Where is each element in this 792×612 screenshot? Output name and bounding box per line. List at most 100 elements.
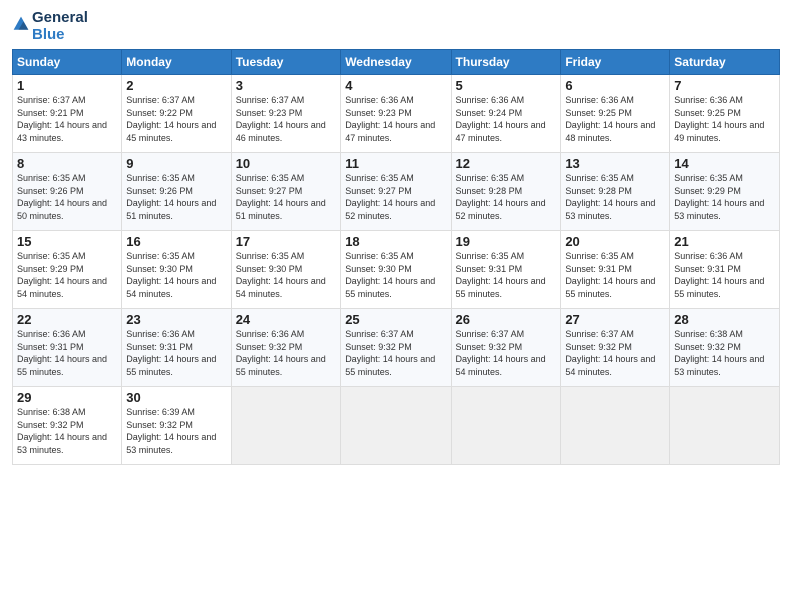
weekday-header: Tuesday: [231, 50, 341, 75]
day-info: Sunrise: 6:35 AMSunset: 9:30 PMDaylight:…: [236, 251, 326, 299]
day-info: Sunrise: 6:37 AMSunset: 9:32 PMDaylight:…: [565, 329, 655, 377]
day-number: 20: [565, 234, 665, 249]
day-number: 14: [674, 156, 775, 171]
weekday-header: Friday: [561, 50, 670, 75]
day-cell: 14 Sunrise: 6:35 AMSunset: 9:29 PMDaylig…: [670, 153, 780, 231]
day-number: 15: [17, 234, 117, 249]
day-info: Sunrise: 6:35 AMSunset: 9:26 PMDaylight:…: [17, 173, 107, 221]
day-info: Sunrise: 6:35 AMSunset: 9:27 PMDaylight:…: [236, 173, 326, 221]
empty-cell: [451, 387, 561, 465]
day-info: Sunrise: 6:36 AMSunset: 9:24 PMDaylight:…: [456, 95, 546, 143]
day-number: 29: [17, 390, 117, 405]
empty-cell: [670, 387, 780, 465]
day-number: 24: [236, 312, 337, 327]
day-number: 12: [456, 156, 557, 171]
day-info: Sunrise: 6:35 AMSunset: 9:28 PMDaylight:…: [565, 173, 655, 221]
day-info: Sunrise: 6:36 AMSunset: 9:31 PMDaylight:…: [17, 329, 107, 377]
calendar-row: 22 Sunrise: 6:36 AMSunset: 9:31 PMDaylig…: [13, 309, 780, 387]
empty-cell: [231, 387, 341, 465]
day-info: Sunrise: 6:37 AMSunset: 9:21 PMDaylight:…: [17, 95, 107, 143]
day-cell: 1 Sunrise: 6:37 AMSunset: 9:21 PMDayligh…: [13, 75, 122, 153]
day-cell: 4 Sunrise: 6:36 AMSunset: 9:23 PMDayligh…: [341, 75, 451, 153]
day-info: Sunrise: 6:36 AMSunset: 9:25 PMDaylight:…: [674, 95, 764, 143]
day-cell: 5 Sunrise: 6:36 AMSunset: 9:24 PMDayligh…: [451, 75, 561, 153]
day-number: 28: [674, 312, 775, 327]
day-cell: 15 Sunrise: 6:35 AMSunset: 9:29 PMDaylig…: [13, 231, 122, 309]
day-cell: 2 Sunrise: 6:37 AMSunset: 9:22 PMDayligh…: [122, 75, 231, 153]
weekday-header: Thursday: [451, 50, 561, 75]
logo-text-line1: General: [32, 10, 88, 27]
day-number: 8: [17, 156, 117, 171]
day-cell: 25 Sunrise: 6:37 AMSunset: 9:32 PMDaylig…: [341, 309, 451, 387]
day-number: 1: [17, 78, 117, 93]
day-cell: 28 Sunrise: 6:38 AMSunset: 9:32 PMDaylig…: [670, 309, 780, 387]
day-info: Sunrise: 6:36 AMSunset: 9:25 PMDaylight:…: [565, 95, 655, 143]
day-cell: 16 Sunrise: 6:35 AMSunset: 9:30 PMDaylig…: [122, 231, 231, 309]
day-info: Sunrise: 6:37 AMSunset: 9:32 PMDaylight:…: [456, 329, 546, 377]
day-info: Sunrise: 6:35 AMSunset: 9:27 PMDaylight:…: [345, 173, 435, 221]
day-cell: 3 Sunrise: 6:37 AMSunset: 9:23 PMDayligh…: [231, 75, 341, 153]
day-number: 26: [456, 312, 557, 327]
empty-cell: [561, 387, 670, 465]
day-cell: 18 Sunrise: 6:35 AMSunset: 9:30 PMDaylig…: [341, 231, 451, 309]
logo-icon: [12, 15, 30, 33]
day-cell: 12 Sunrise: 6:35 AMSunset: 9:28 PMDaylig…: [451, 153, 561, 231]
day-number: 4: [345, 78, 446, 93]
day-cell: 30 Sunrise: 6:39 AMSunset: 9:32 PMDaylig…: [122, 387, 231, 465]
day-cell: 7 Sunrise: 6:36 AMSunset: 9:25 PMDayligh…: [670, 75, 780, 153]
empty-cell: [341, 387, 451, 465]
day-cell: 21 Sunrise: 6:36 AMSunset: 9:31 PMDaylig…: [670, 231, 780, 309]
day-info: Sunrise: 6:37 AMSunset: 9:23 PMDaylight:…: [236, 95, 326, 143]
weekday-header: Saturday: [670, 50, 780, 75]
calendar-row: 1 Sunrise: 6:37 AMSunset: 9:21 PMDayligh…: [13, 75, 780, 153]
calendar-page: General Blue SundayMondayTuesdayWednesda…: [0, 0, 792, 612]
weekday-header: Wednesday: [341, 50, 451, 75]
day-info: Sunrise: 6:35 AMSunset: 9:28 PMDaylight:…: [456, 173, 546, 221]
logo: General Blue: [12, 10, 88, 43]
page-header: General Blue: [12, 10, 780, 43]
day-number: 3: [236, 78, 337, 93]
day-number: 22: [17, 312, 117, 327]
day-cell: 8 Sunrise: 6:35 AMSunset: 9:26 PMDayligh…: [13, 153, 122, 231]
day-info: Sunrise: 6:35 AMSunset: 9:31 PMDaylight:…: [565, 251, 655, 299]
calendar-row: 29 Sunrise: 6:38 AMSunset: 9:32 PMDaylig…: [13, 387, 780, 465]
day-number: 2: [126, 78, 226, 93]
calendar-row: 8 Sunrise: 6:35 AMSunset: 9:26 PMDayligh…: [13, 153, 780, 231]
logo-text-line2: Blue: [32, 27, 88, 44]
day-number: 11: [345, 156, 446, 171]
day-info: Sunrise: 6:39 AMSunset: 9:32 PMDaylight:…: [126, 407, 216, 455]
day-number: 23: [126, 312, 226, 327]
day-cell: 27 Sunrise: 6:37 AMSunset: 9:32 PMDaylig…: [561, 309, 670, 387]
day-cell: 9 Sunrise: 6:35 AMSunset: 9:26 PMDayligh…: [122, 153, 231, 231]
day-cell: 11 Sunrise: 6:35 AMSunset: 9:27 PMDaylig…: [341, 153, 451, 231]
weekday-header-row: SundayMondayTuesdayWednesdayThursdayFrid…: [13, 50, 780, 75]
day-info: Sunrise: 6:35 AMSunset: 9:26 PMDaylight:…: [126, 173, 216, 221]
day-cell: 26 Sunrise: 6:37 AMSunset: 9:32 PMDaylig…: [451, 309, 561, 387]
day-number: 18: [345, 234, 446, 249]
day-number: 19: [456, 234, 557, 249]
day-info: Sunrise: 6:36 AMSunset: 9:23 PMDaylight:…: [345, 95, 435, 143]
day-cell: 23 Sunrise: 6:36 AMSunset: 9:31 PMDaylig…: [122, 309, 231, 387]
day-number: 17: [236, 234, 337, 249]
day-info: Sunrise: 6:35 AMSunset: 9:29 PMDaylight:…: [17, 251, 107, 299]
day-cell: 13 Sunrise: 6:35 AMSunset: 9:28 PMDaylig…: [561, 153, 670, 231]
day-number: 10: [236, 156, 337, 171]
calendar-row: 15 Sunrise: 6:35 AMSunset: 9:29 PMDaylig…: [13, 231, 780, 309]
day-info: Sunrise: 6:38 AMSunset: 9:32 PMDaylight:…: [17, 407, 107, 455]
day-cell: 22 Sunrise: 6:36 AMSunset: 9:31 PMDaylig…: [13, 309, 122, 387]
day-info: Sunrise: 6:35 AMSunset: 9:30 PMDaylight:…: [345, 251, 435, 299]
day-cell: 20 Sunrise: 6:35 AMSunset: 9:31 PMDaylig…: [561, 231, 670, 309]
day-number: 16: [126, 234, 226, 249]
day-info: Sunrise: 6:35 AMSunset: 9:31 PMDaylight:…: [456, 251, 546, 299]
day-cell: 24 Sunrise: 6:36 AMSunset: 9:32 PMDaylig…: [231, 309, 341, 387]
weekday-header: Sunday: [13, 50, 122, 75]
day-number: 6: [565, 78, 665, 93]
day-cell: 29 Sunrise: 6:38 AMSunset: 9:32 PMDaylig…: [13, 387, 122, 465]
day-number: 25: [345, 312, 446, 327]
calendar-table: SundayMondayTuesdayWednesdayThursdayFrid…: [12, 49, 780, 465]
day-info: Sunrise: 6:38 AMSunset: 9:32 PMDaylight:…: [674, 329, 764, 377]
day-number: 5: [456, 78, 557, 93]
day-info: Sunrise: 6:36 AMSunset: 9:32 PMDaylight:…: [236, 329, 326, 377]
day-number: 9: [126, 156, 226, 171]
day-number: 30: [126, 390, 226, 405]
